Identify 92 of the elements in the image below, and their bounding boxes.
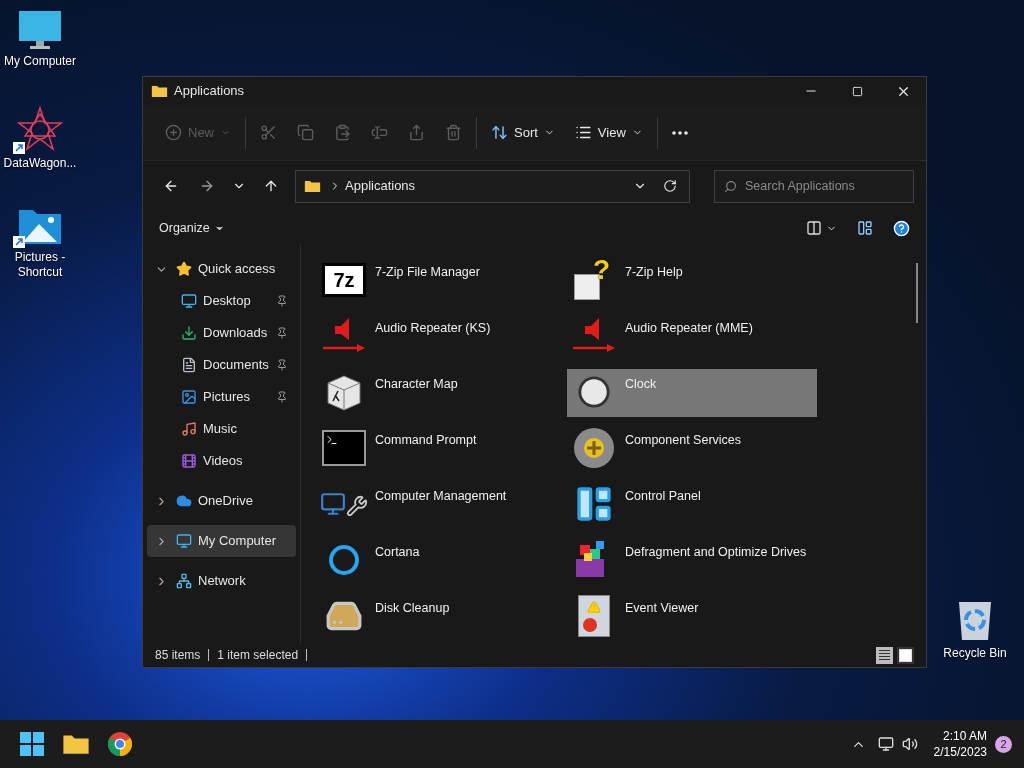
trash-icon — [445, 124, 462, 141]
pin-icon[interactable] — [276, 327, 288, 339]
clock-area[interactable]: 2:10 AM 2/15/2023 — [933, 728, 987, 760]
forward-arrow-icon — [199, 178, 215, 194]
nav-item[interactable]: Pictures — [147, 381, 296, 413]
nav-item[interactable]: Music — [147, 413, 296, 445]
desktop-icon-label[interactable]: My Computer — [4, 54, 76, 69]
sort-button[interactable]: Sort — [481, 114, 565, 151]
star-pattern-icon — [17, 106, 63, 152]
pin-icon[interactable] — [276, 295, 288, 307]
download-icon — [181, 325, 197, 341]
browser-logo-icon — [108, 732, 132, 756]
cut-icon — [260, 124, 277, 141]
list-icon — [574, 124, 592, 141]
details-view-button[interactable] — [876, 646, 893, 664]
window-title: Applications — [174, 82, 246, 101]
nav-item[interactable]: Documents — [147, 349, 296, 381]
nav-item[interactable]: Quick access — [147, 253, 296, 285]
pane-icon — [857, 220, 873, 236]
file-item[interactable]: Command Prompt — [317, 425, 567, 473]
help-icon — [893, 219, 910, 237]
paste-icon — [334, 124, 351, 141]
windows-logo-icon — [20, 732, 44, 756]
file-item[interactable]: Disk Cleanup — [317, 593, 567, 641]
nav-item[interactable]: My Computer — [147, 525, 296, 557]
picture-icon — [181, 389, 197, 405]
file-item[interactable]: Component Services — [567, 425, 817, 473]
desktop-icon-label[interactable]: Recycle Bin — [943, 646, 1007, 661]
nav-item[interactable]: Network — [147, 565, 296, 597]
address-bar[interactable]: Applications — [295, 169, 690, 203]
network-icon — [176, 573, 192, 589]
monitor-icon — [176, 533, 192, 549]
nav-item[interactable]: Desktop — [147, 285, 296, 317]
view-layout-icon — [806, 220, 822, 236]
folder-icon — [151, 84, 168, 98]
monitor-icon — [18, 10, 62, 50]
file-item[interactable]: Audio Repeater (KS) — [317, 313, 567, 361]
notification-badge[interactable]: 2 — [995, 735, 1012, 753]
file-item[interactable]: Character Map — [317, 369, 567, 417]
item-count: 85 items — [155, 647, 201, 664]
document-icon — [181, 357, 197, 373]
computer-tools-icon — [320, 491, 368, 517]
more-icon — [671, 130, 688, 135]
selection-count: 1 item selected — [217, 647, 299, 664]
file-item[interactable]: Event Viewer — [567, 593, 817, 641]
file-item[interactable]: Cortana — [317, 537, 567, 585]
terminal-icon — [322, 430, 366, 466]
event-log-icon — [578, 595, 610, 637]
nav-item[interactable]: Videos — [147, 445, 296, 477]
film-icon — [181, 453, 197, 469]
monitor-icon — [181, 293, 197, 309]
nav-item[interactable]: OneDrive — [147, 485, 296, 517]
ring-icon — [329, 545, 359, 575]
file-item[interactable]: Computer Management — [317, 481, 567, 529]
search-field[interactable]: Search Applications — [714, 169, 914, 203]
file-item[interactable]: 7z 7-Zip File Manager — [317, 257, 567, 305]
share-icon — [408, 124, 425, 141]
copy-icon — [297, 124, 314, 141]
pin-icon[interactable] — [276, 391, 288, 403]
sort-icon — [491, 124, 508, 141]
preview-pane-button[interactable] — [857, 220, 873, 236]
archive-logo-icon: 7z — [322, 263, 366, 297]
rename-icon — [371, 124, 388, 141]
desktop-icon-label[interactable]: Pictures - Shortcut — [0, 250, 80, 280]
organize-button[interactable]: Organize — [159, 218, 225, 238]
star-icon — [176, 261, 192, 277]
nav-item[interactable]: Downloads — [147, 317, 296, 349]
file-item[interactable]: Clock — [567, 369, 817, 417]
pin-icon[interactable] — [276, 359, 288, 371]
help-button[interactable] — [893, 219, 910, 237]
file-item[interactable]: ? 7-Zip Help — [567, 257, 817, 305]
folder-icon — [304, 179, 321, 193]
control-panel-icon — [574, 484, 614, 524]
volume-icon[interactable] — [901, 736, 918, 752]
view-button[interactable]: View — [564, 114, 653, 151]
plus-icon — [165, 124, 182, 141]
file-item[interactable]: Audio Repeater (MME) — [567, 313, 817, 361]
character-cube-icon — [324, 373, 364, 411]
file-item[interactable]: Defragment and Optimize Drives — [567, 537, 817, 585]
network-monitor-icon[interactable] — [877, 736, 894, 752]
gear-sphere-icon — [572, 426, 616, 470]
desktop-icon-label[interactable]: DataWagon... — [3, 156, 77, 171]
large-icons-view-button[interactable] — [897, 646, 914, 664]
search-icon — [724, 179, 737, 193]
music-icon — [181, 421, 197, 437]
cloud-icon — [176, 493, 192, 509]
change-view-button[interactable] — [806, 220, 837, 236]
file-item[interactable]: Control Panel — [567, 481, 817, 529]
scrollbar-thumb[interactable] — [916, 263, 918, 323]
maximize-icon — [851, 85, 863, 97]
breadcrumb-item[interactable]: Applications — [345, 176, 621, 196]
refresh-icon[interactable] — [663, 179, 677, 193]
